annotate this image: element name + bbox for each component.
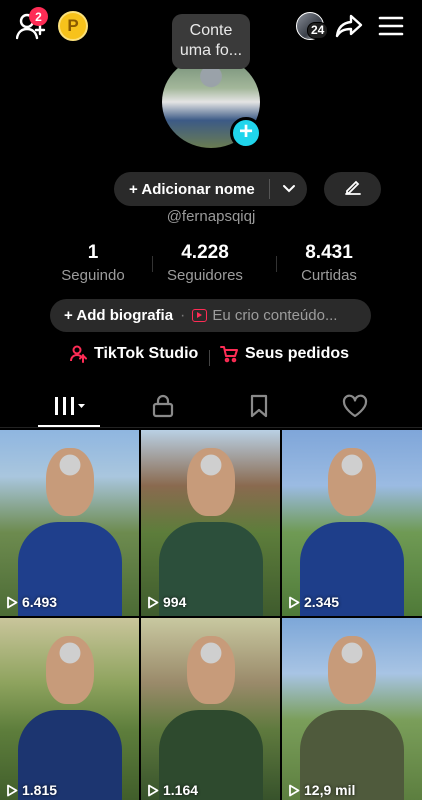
stat-value: 4.228: [181, 242, 229, 263]
pencil-icon: [344, 178, 362, 201]
video-thumbnail[interactable]: 6.493: [0, 430, 139, 616]
bio-suggestion: Eu crio conteúdo...: [212, 307, 338, 324]
tiktok-studio-link[interactable]: TikTok Studio: [70, 345, 198, 363]
view-count: 1.815: [6, 782, 57, 798]
add-friend-icon[interactable]: 2: [14, 7, 48, 42]
view-count: 6.493: [6, 594, 57, 610]
thumbnail-person-head: [187, 448, 235, 516]
play-icon: [289, 784, 300, 796]
studio-label: TikTok Studio: [94, 345, 199, 362]
orders-link[interactable]: Seus pedidos: [220, 345, 349, 363]
play-icon: [148, 596, 159, 608]
play-icon: [7, 596, 18, 608]
stat-value: 8.431: [305, 242, 353, 263]
thumbnail-person-head: [46, 636, 94, 704]
edit-profile-button[interactable]: [324, 172, 381, 206]
coin-icon[interactable]: P: [58, 11, 88, 41]
stat-followers[interactable]: 4.228 Seguidores: [150, 242, 260, 284]
view-count: 994: [147, 594, 186, 610]
tab-private[interactable]: [128, 384, 198, 428]
stat-label: Seguindo: [61, 267, 125, 284]
divider: [209, 350, 210, 366]
play-icon: [148, 784, 159, 796]
menu-icon[interactable]: [376, 11, 406, 41]
studio-icon: [70, 345, 88, 363]
play-icon: [7, 784, 18, 796]
view-count-value: 2.345: [304, 594, 340, 610]
stat-label: Curtidas: [301, 267, 357, 284]
video-thumbnail[interactable]: 1.815: [0, 618, 139, 800]
add-story-button[interactable]: +: [230, 117, 262, 149]
thumbnail-person-head: [328, 636, 376, 704]
heart-icon: [342, 394, 368, 418]
view-count-value: 6.493: [22, 594, 58, 610]
chevron-down-icon[interactable]: [270, 184, 307, 194]
tooltip-line-1: Conte: [189, 22, 233, 39]
thumbnail-person-head: [187, 636, 235, 704]
content-tabs: [0, 384, 422, 428]
view-count-value: 1.164: [163, 782, 199, 798]
video-icon: [192, 309, 208, 322]
thumbnail-person-head: [328, 448, 376, 516]
tooltip: Conte uma fo...: [172, 14, 250, 69]
thumbnail-person-head: [46, 448, 94, 516]
add-bio-label: + Add biografia: [64, 307, 174, 324]
view-count-value: 12,9 mil: [304, 782, 356, 798]
coin-label: P: [67, 16, 79, 35]
bookmark-icon: [249, 394, 269, 418]
add-name-button[interactable]: + Adicionar nome: [114, 172, 307, 206]
cart-icon: [220, 345, 239, 363]
add-name-label: + Adicionar nome: [129, 180, 255, 198]
video-grid: 6.493 994 2.345 1.815 1.164 12,9 mil: [0, 430, 422, 800]
plus-icon: +: [238, 118, 253, 145]
tab-liked[interactable]: [320, 384, 390, 428]
tooltip-line-2: uma fo...: [179, 42, 243, 59]
video-thumbnail[interactable]: 12,9 mil: [282, 618, 422, 800]
view-count: 1.164: [147, 782, 198, 798]
profile-stats: 1 Seguindo 4.228 Seguidores 8.431 Curtid…: [0, 242, 422, 288]
separator-dot: ·: [180, 306, 186, 324]
lock-icon: [152, 394, 174, 418]
view-count: 12,9 mil: [288, 782, 355, 798]
stories-count: 24: [307, 22, 329, 39]
add-bio-button[interactable]: + Add biografia · Eu crio conteúdo...: [50, 299, 371, 332]
profile-links: TikTok Studio Seus pedidos: [0, 345, 422, 371]
notification-badge: 2: [29, 7, 48, 26]
tab-saved[interactable]: [224, 384, 294, 428]
stat-following[interactable]: 1 Seguindo: [38, 242, 148, 284]
grid-icon: [54, 395, 88, 417]
username: @fernapsqiqj: [166, 208, 256, 225]
view-count-value: 1.815: [22, 782, 58, 798]
stat-value: 1: [87, 242, 99, 263]
stories-button[interactable]: 24: [289, 10, 331, 42]
video-thumbnail[interactable]: 2.345: [282, 430, 422, 616]
orders-label: Seus pedidos: [245, 345, 350, 362]
video-thumbnail[interactable]: 994: [141, 430, 280, 616]
stat-label: Seguidores: [167, 267, 243, 284]
stat-likes[interactable]: 8.431 Curtidas: [274, 242, 384, 284]
tab-indicator: [38, 425, 100, 427]
share-icon[interactable]: [334, 11, 364, 41]
video-thumbnail[interactable]: 1.164: [141, 618, 280, 800]
view-count: 2.345: [288, 594, 339, 610]
tab-videos[interactable]: [36, 384, 106, 428]
play-icon: [289, 596, 300, 608]
view-count-value: 994: [163, 594, 187, 610]
